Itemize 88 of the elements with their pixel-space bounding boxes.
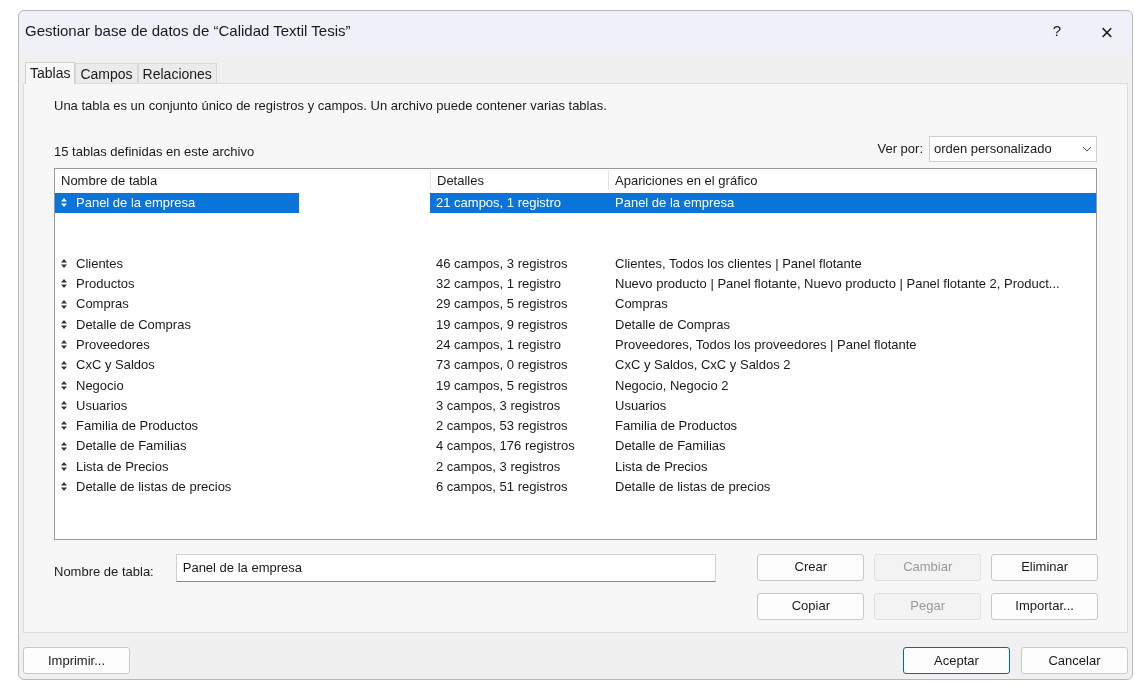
table-name: Panel de la empresa: [76, 193, 196, 212]
table-name-cell[interactable]: Detalle de Familias: [55, 436, 299, 457]
column-header[interactable]: Nombre de tabla: [55, 170, 430, 191]
drag-handle-icon[interactable]: [61, 360, 67, 370]
details-cell-text: 2 campos, 3 registros: [435, 457, 562, 476]
table-name: Lista de Precios: [76, 457, 169, 476]
tab[interactable]: Tablas: [25, 62, 76, 84]
table-name-cell[interactable]: Productos: [55, 273, 299, 294]
details-cell-text: 4 campos, 176 registros: [435, 437, 576, 456]
drag-handle-icon[interactable]: [61, 441, 67, 451]
appearances-cell-text: Familia de Productos: [614, 417, 739, 436]
table-name-cell[interactable]: Detalle de Compras: [55, 314, 299, 335]
drag-handle-icon[interactable]: [61, 380, 67, 390]
details-cell-text: 32 campos, 1 registro: [435, 275, 562, 294]
appearances-cell-text: Detalle de Familias: [614, 437, 727, 456]
details-cell-text: 46 campos, 3 registros: [435, 254, 569, 273]
appearances-cell-text: Compras: [614, 295, 669, 314]
details-cell-text: 2 campos, 53 registros: [435, 417, 569, 436]
drag-handle-icon[interactable]: [61, 299, 67, 309]
ok-button[interactable]: Aceptar: [903, 647, 1010, 674]
table-name-input[interactable]: Panel de la empresa: [175, 553, 716, 582]
appearances-cell-text: Clientes, Todos los clientes | Panel flotante: [614, 254, 863, 273]
description-text: Una tabla es un conjunto único de registros y campos. Un archivo puede contener varias tablas.: [54, 97, 608, 115]
details-cell-text: 19 campos, 5 registros: [435, 376, 569, 395]
table-name: Detalle de Compras: [76, 315, 191, 334]
tab[interactable]: Campos: [75, 63, 138, 83]
appearances-cell-text: Negocio, Negocio 2: [614, 376, 730, 395]
action-button[interactable]: Crear: [757, 553, 865, 581]
action-button[interactable]: Importar...: [991, 592, 1099, 620]
table-name: CxC y Saldos: [76, 356, 155, 375]
help-button[interactable]: ?: [1032, 16, 1082, 46]
appearances-cell-text: Proveedores, Todos los proveedores | Panel flotante: [614, 335, 918, 354]
table-name: Clientes: [76, 254, 123, 273]
window-title: Gestionar base de datos de “Calidad Textil Tesis”: [25, 20, 352, 41]
view-by-label: Ver por:: [877, 139, 923, 158]
column-header[interactable]: Detalles: [430, 170, 608, 191]
drag-handle-icon[interactable]: [61, 319, 67, 329]
table-name-cell[interactable]: CxC y Saldos: [55, 354, 299, 376]
details-cell-text: 19 campos, 9 registros: [435, 315, 569, 334]
action-button[interactable]: Copiar: [757, 592, 865, 620]
print-button[interactable]: Imprimir...: [23, 647, 130, 674]
table-name-cell[interactable]: Negocio: [55, 375, 299, 396]
details-cell-text: 6 campos, 51 registros: [435, 478, 569, 497]
appearances-cell-text: Usuarios: [614, 396, 668, 415]
action-button[interactable]: Eliminar: [991, 553, 1099, 581]
appearances-cell-text: CxC y Saldos, CxC y Saldos 2: [614, 356, 792, 375]
table-count-text: 15 tablas definidas en este archivo: [54, 143, 255, 161]
column-header[interactable]: Apariciones en el gráfico: [608, 170, 1096, 191]
table-name: Familia de Productos: [76, 417, 199, 436]
drag-handle-icon[interactable]: [61, 340, 67, 350]
appearances-cell-text: Nuevo producto | Panel flotante, Nuevo producto | Panel flotante 2, Product...: [614, 275, 1061, 294]
table-name: Detalle de Familias: [76, 437, 187, 456]
details-cell-text: 3 campos, 3 registros: [435, 396, 562, 415]
drag-handle-icon[interactable]: [61, 259, 67, 269]
table-name: Negocio: [76, 376, 124, 395]
cancel-button[interactable]: Cancelar: [1021, 647, 1128, 674]
table-name: Detalle de listas de precios: [76, 478, 232, 497]
appearances-cell-text: Detalle de Compras: [614, 315, 731, 334]
table-name-cell[interactable]: Panel de la empresa: [55, 192, 299, 213]
appearances-cell-text: Lista de Precios: [614, 457, 709, 476]
drag-handle-icon[interactable]: [61, 401, 67, 411]
table-name-cell[interactable]: Proveedores: [55, 334, 299, 355]
close-button[interactable]: ×: [1082, 16, 1132, 46]
table-name: Productos: [76, 275, 135, 294]
table-name-cell[interactable]: Detalle de listas de precios: [55, 476, 299, 497]
table-name-cell[interactable]: Lista de Precios: [55, 456, 299, 477]
drag-handle-icon[interactable]: [61, 198, 67, 208]
details-cell-text: 21 campos, 1 registro: [435, 193, 562, 212]
tab[interactable]: Relaciones: [137, 63, 217, 83]
appearances-cell-text: Panel de la empresa: [614, 193, 736, 212]
table-name-cell[interactable]: Usuarios: [55, 395, 299, 416]
drag-handle-icon[interactable]: [61, 482, 67, 492]
drag-handle-icon[interactable]: [61, 421, 67, 431]
table-name-cell[interactable]: Familia de Productos: [55, 415, 299, 437]
chevron-down-icon: [1082, 145, 1092, 152]
view-by-dropdown[interactable]: orden personalizado: [929, 135, 1097, 162]
table-name-label: Nombre de tabla:: [54, 562, 154, 581]
details-cell-text: 29 campos, 5 registros: [435, 295, 569, 314]
drag-handle-icon[interactable]: [61, 279, 67, 289]
details-cell-text: 73 campos, 0 registros: [435, 356, 569, 375]
table-name-cell[interactable]: Compras: [55, 294, 299, 315]
table-name: Proveedores: [76, 335, 150, 354]
table-name: Usuarios: [76, 396, 128, 415]
appearances-cell-text: Detalle de listas de precios: [614, 478, 772, 497]
table-name: Compras: [76, 295, 129, 314]
table-name-cell[interactable]: Clientes: [55, 253, 299, 274]
details-cell-text: 24 campos, 1 registro: [435, 335, 562, 354]
drag-handle-icon[interactable]: [61, 462, 67, 471]
